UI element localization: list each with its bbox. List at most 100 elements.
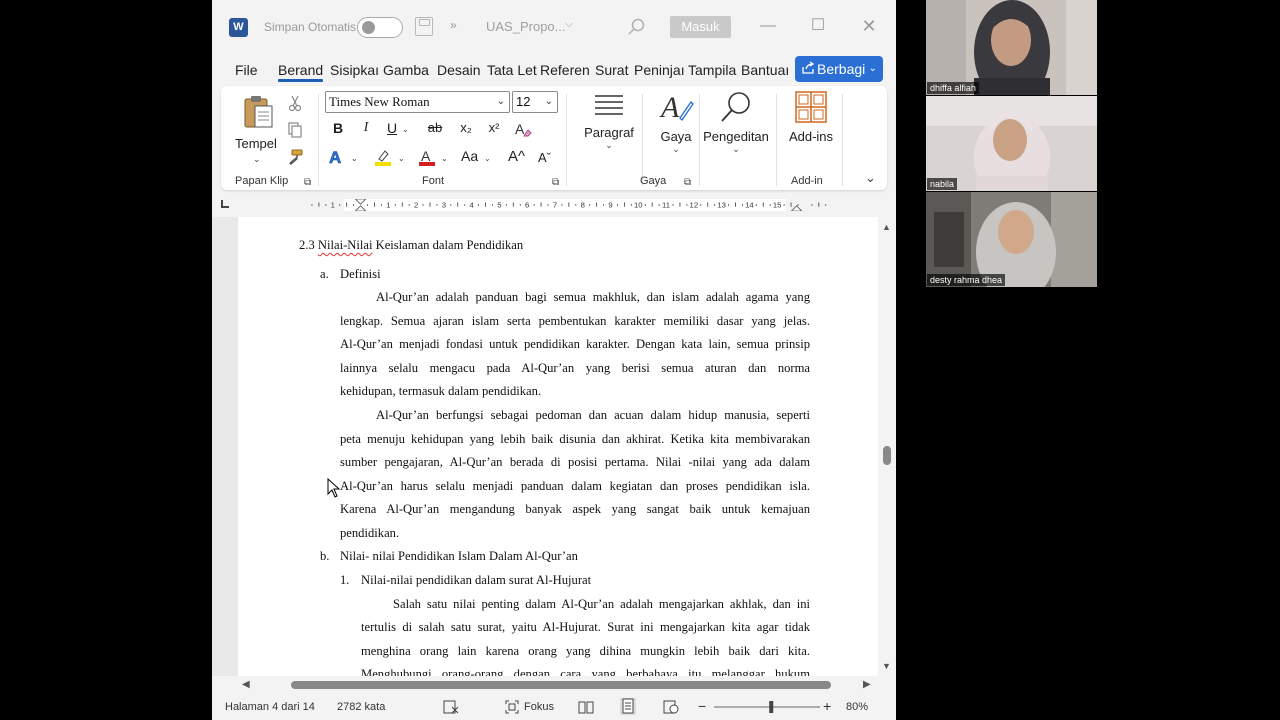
strikethrough-button[interactable]: ab [426, 120, 444, 135]
word-count[interactable]: 2782 kata [337, 701, 385, 713]
zoom-slider[interactable] [712, 700, 822, 714]
ruler-tick [485, 202, 486, 207]
tab-home[interactable]: Berand [278, 62, 324, 82]
document-title[interactable]: UAS_Propo... [486, 19, 566, 34]
vertical-scrollbar[interactable]: ▲ ▼ [878, 217, 896, 676]
more-commands-button[interactable]: » [450, 18, 457, 32]
scroll-left-icon[interactable]: ◀ [242, 679, 250, 690]
participant-tile[interactable]: dhiffa alfiah [926, 0, 1097, 95]
chevron-down-icon[interactable]: ⌄ [402, 125, 409, 134]
chevron-down-icon[interactable]: ⌄ [869, 56, 877, 82]
format-painter-icon[interactable] [286, 148, 304, 166]
superscript-button[interactable]: x² [485, 120, 503, 135]
scroll-up-icon[interactable]: ▲ [882, 222, 891, 232]
page-count[interactable]: Halaman 4 dari 14 [225, 701, 315, 713]
chevron-down-icon[interactable]: ⌄ [573, 140, 645, 151]
scroll-thumb[interactable] [883, 446, 891, 465]
ruler-tick [561, 204, 563, 206]
tab-selector[interactable] [221, 200, 229, 208]
tab-help[interactable]: Bantuaı [741, 62, 789, 78]
dialog-launcher-icon[interactable]: ⧉ [552, 177, 559, 188]
print-layout-icon[interactable] [620, 698, 636, 715]
chevron-down-icon[interactable]: ⌄ [253, 154, 261, 165]
change-case-button[interactable]: Aa [461, 148, 478, 164]
paste-button[interactable]: Tempel ⌄ [231, 92, 283, 170]
chevron-down-icon[interactable]: ⌄ [497, 92, 505, 112]
chevron-down-icon[interactable]: ⌄ [703, 144, 769, 155]
tab-draw[interactable]: Gamba [383, 62, 429, 78]
text-effects-icon[interactable]: A [328, 148, 346, 166]
editing-button[interactable]: Pengeditan ⌄ [703, 90, 769, 155]
collapse-ribbon-icon[interactable]: ⌄ [865, 170, 876, 186]
grow-font-button[interactable]: A^ [508, 148, 525, 165]
zoom-out-button[interactable]: − [698, 698, 706, 714]
ruler: 1 1 2 3 4 5 6 7 8 9 10 11 12 13 14 15 [212, 193, 896, 217]
underline-button[interactable]: U [383, 120, 401, 136]
chevron-down-icon[interactable]: ⌄ [441, 154, 448, 163]
copy-icon[interactable] [286, 121, 304, 139]
share-button[interactable]: Berbagi ⌄ [795, 56, 883, 82]
subscript-button[interactable]: x₂ [457, 120, 475, 135]
scroll-right-icon[interactable]: ▶ [863, 679, 871, 690]
paragraph-line: Al-Qur’an menjadi fondasi untuk pendidik… [340, 337, 810, 351]
ruler-tick [380, 204, 382, 206]
tab-insert[interactable]: Sisipkaı [330, 62, 379, 78]
tab-references[interactable]: Referen [540, 62, 590, 78]
styles-button[interactable]: A Gaya ⌄ [646, 90, 706, 155]
ruler-tick [318, 202, 320, 207]
document-page[interactable]: 2.3 Nilai-Nilai Keislaman dalam Pendidik… [238, 217, 878, 676]
shrink-font-button[interactable]: Aˇ [538, 150, 551, 165]
read-mode-icon[interactable] [578, 700, 594, 714]
chevron-down-icon[interactable]: ⌄ [646, 144, 706, 155]
scroll-down-icon[interactable]: ▼ [882, 661, 891, 671]
scroll-thumb[interactable] [291, 681, 831, 689]
paragraph-button[interactable]: Paragraf ⌄ [573, 90, 645, 151]
tab-mailings[interactable]: Surat [595, 62, 628, 78]
chevron-down-icon[interactable]: ⌄ [351, 154, 358, 163]
participant-tile[interactable]: desty rahma dhea [926, 192, 1097, 287]
chevron-down-icon[interactable]: ⌵ [565, 18, 573, 31]
ruler-tick [742, 204, 743, 206]
focus-icon[interactable] [505, 700, 519, 714]
zoom-slider-knob[interactable] [769, 701, 774, 713]
autosave-toggle[interactable] [357, 17, 403, 38]
ribbon: Tempel ⌄ Papan Klip ⧉ Times New Roman ⌄ … [221, 86, 887, 190]
save-icon[interactable] [415, 17, 433, 36]
horizontal-scrollbar[interactable]: ◀ ▶ [212, 676, 896, 694]
font-name-select[interactable]: Times New Roman ⌄ [325, 91, 510, 113]
dialog-launcher-icon[interactable]: ⧉ [304, 177, 311, 188]
tab-design[interactable]: Desain [437, 62, 481, 78]
clear-formatting-icon[interactable]: A [514, 120, 532, 138]
italic-button[interactable]: I [357, 120, 375, 136]
zoom-in-button[interactable]: + [823, 698, 831, 714]
participant-tile[interactable]: nabila [926, 96, 1097, 191]
tab-review[interactable]: Peninjaı [634, 62, 685, 78]
close-button[interactable]: ✕ [858, 14, 880, 38]
minimize-button[interactable]: — [757, 14, 779, 38]
focus-button[interactable]: Fokus [524, 701, 554, 713]
maximize-button[interactable]: ☐ [807, 14, 829, 38]
font-size-select[interactable]: 12 ⌄ [512, 91, 558, 113]
highlight-color-icon[interactable] [374, 148, 392, 166]
bold-button[interactable]: B [329, 120, 347, 136]
ruler-tick [311, 204, 313, 206]
chevron-down-icon[interactable]: ⌄ [545, 92, 553, 112]
addins-button[interactable]: Add-ins [786, 90, 836, 144]
cut-icon[interactable] [286, 94, 304, 112]
web-layout-icon[interactable] [663, 700, 679, 714]
chevron-down-icon[interactable]: ⌄ [484, 154, 491, 163]
zoom-level[interactable]: 80% [846, 701, 868, 713]
chevron-down-icon[interactable]: ⌄ [398, 154, 405, 163]
tab-file[interactable]: File [235, 62, 258, 78]
ruler-number: 10 [634, 201, 643, 210]
signin-button[interactable]: Masuk [670, 16, 731, 38]
search-icon [721, 92, 750, 122]
search-icon[interactable] [626, 17, 646, 37]
accessibility-icon[interactable] [443, 700, 459, 714]
tab-view[interactable]: Tampila [688, 62, 736, 78]
dialog-launcher-icon[interactable]: ⧉ [684, 177, 691, 188]
font-color-icon[interactable]: A [418, 148, 436, 166]
tab-layout[interactable]: Tata Let [487, 62, 537, 78]
font-size-value: 12 [516, 94, 531, 109]
ruler-tick [811, 204, 813, 206]
